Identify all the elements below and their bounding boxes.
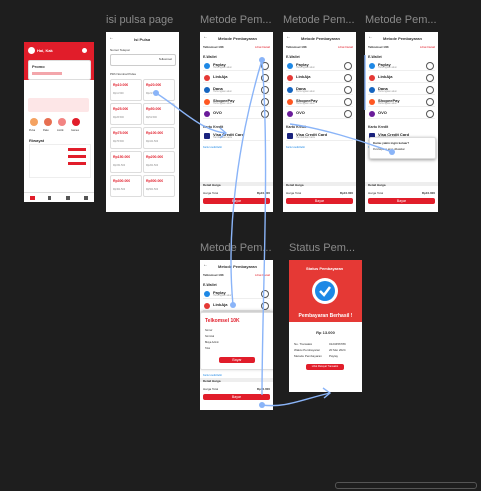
connector-back	[289, 123, 393, 153]
connector-vertical-2	[261, 59, 267, 396]
connector-isi-to-metode	[155, 92, 226, 134]
connector-node[interactable]	[259, 402, 265, 408]
connector-node[interactable]	[389, 149, 395, 155]
connector-node[interactable]	[153, 90, 159, 96]
connector-to-status	[261, 392, 331, 407]
horizontal-scrollbar[interactable]	[335, 482, 477, 489]
connector-node[interactable]	[230, 302, 236, 308]
connector-vertical-1	[230, 59, 263, 306]
arrowhead	[322, 387, 332, 399]
design-canvas: isi pulsa page Metode Pem... Metode Pem.…	[0, 0, 481, 491]
connector-node[interactable]	[259, 57, 265, 63]
prototype-connectors	[153, 55, 395, 408]
